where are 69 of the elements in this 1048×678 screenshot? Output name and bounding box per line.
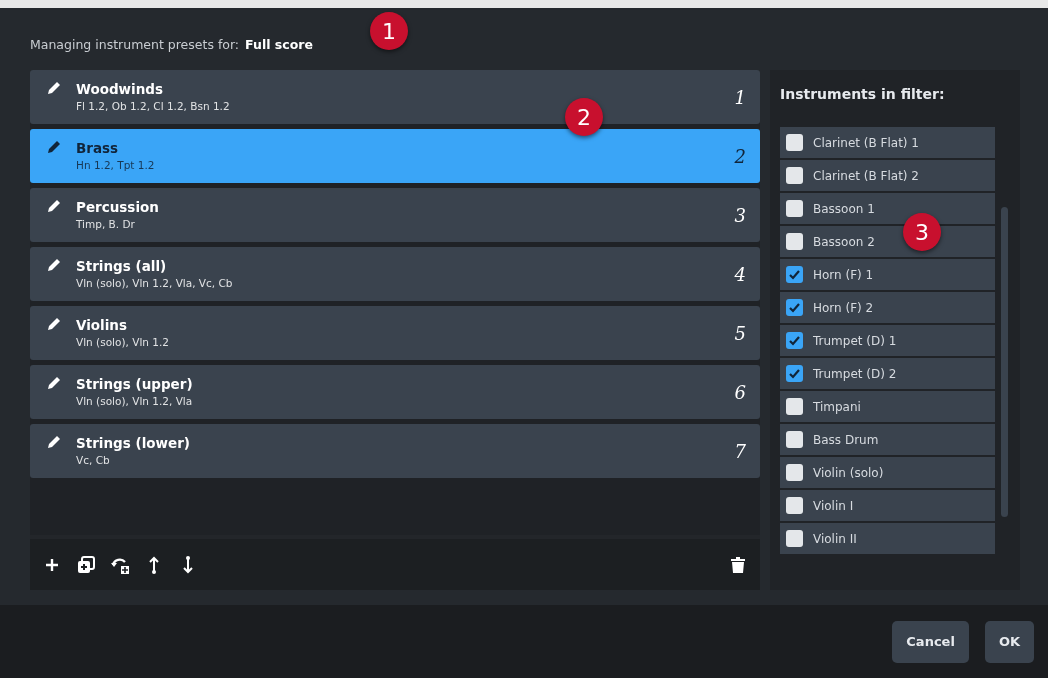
instrument-label: Trumpet (D) 2: [813, 365, 897, 383]
preset-instruments: Hn 1.2, Tpt 1.2: [76, 158, 156, 174]
preset-instruments: Vln (solo), Vln 1.2: [76, 335, 170, 351]
checkbox[interactable]: [786, 299, 803, 316]
preset-number: 1: [734, 85, 746, 110]
duplicate-icon[interactable]: [76, 554, 96, 575]
pencil-icon[interactable]: [46, 316, 62, 332]
checkbox[interactable]: [786, 431, 803, 448]
instrument-label: Violin I: [813, 497, 854, 515]
checkbox[interactable]: [786, 233, 803, 250]
preset-item[interactable]: Percussion Timp, B. Dr 3: [30, 188, 760, 242]
instrument-label: Timpani: [813, 398, 861, 416]
pencil-icon[interactable]: [46, 434, 62, 450]
score-name: Full score: [245, 35, 313, 54]
checkbox[interactable]: [786, 134, 803, 151]
instrument-label: Bassoon 1: [813, 200, 875, 218]
checkbox[interactable]: [786, 530, 803, 547]
preset-instruments: Vln (solo), Vln 1.2, Vla: [76, 394, 194, 410]
preset-item[interactable]: Strings (upper) Vln (solo), Vln 1.2, Vla 6: [30, 365, 760, 419]
ok-button[interactable]: OK: [984, 620, 1034, 663]
checkbox[interactable]: [786, 365, 803, 382]
checkbox[interactable]: [786, 332, 803, 349]
pencil-icon[interactable]: [46, 80, 62, 96]
preset-item[interactable]: Violins Vln (solo), Vln 1.2 5: [30, 306, 760, 360]
instrument-label: Horn (F) 1: [813, 266, 874, 284]
instrument-label: Bass Drum: [813, 431, 879, 449]
preset-name: Strings (all): [76, 257, 168, 276]
preset-number: 5: [734, 321, 746, 346]
preset-item[interactable]: Brass Hn 1.2, Tpt 1.2 2: [30, 129, 760, 183]
preset-number: 3: [734, 203, 746, 228]
preset-name: Strings (lower): [76, 434, 191, 453]
instrument-label: Violin (solo): [813, 464, 884, 482]
instrument-label: Violin II: [813, 530, 857, 548]
preset-number: 4: [734, 262, 746, 287]
preset-instruments: Vc, Cb: [76, 453, 111, 469]
preset-number: 6: [734, 380, 746, 405]
delete-icon[interactable]: [728, 554, 748, 575]
checkbox[interactable]: [786, 464, 803, 481]
instrument-label: Horn (F) 2: [813, 299, 874, 317]
preset-number: 2: [734, 144, 746, 169]
checkbox[interactable]: [786, 497, 803, 514]
preset-item[interactable]: Strings (lower) Vc, Cb 7: [30, 424, 760, 478]
filter-title: Instruments in filter:: [780, 85, 946, 104]
pencil-icon[interactable]: [46, 139, 62, 155]
preset-item[interactable]: Strings (all) Vln (solo), Vln 1.2, Vla, Vc, Cb 4: [30, 247, 760, 301]
preset-name: Violins: [76, 316, 128, 335]
instrument-label: Bassoon 2: [813, 233, 875, 251]
scrollbar[interactable]: [1001, 207, 1008, 517]
instrument-label: Clarinet (B Flat) 2: [813, 167, 919, 185]
preset-number: 7: [734, 439, 746, 464]
preset-name: Percussion: [76, 198, 160, 217]
preset-name: Woodwinds: [76, 80, 165, 99]
pencil-icon[interactable]: [46, 375, 62, 391]
instrument-label: Clarinet (B Flat) 1: [813, 134, 919, 152]
instrument-label: Trumpet (D) 1: [813, 332, 897, 350]
preset-scope-label: Managing instrument presets for:: [30, 35, 240, 54]
preset-instruments: Timp, B. Dr: [76, 217, 136, 233]
callout-marker: 1: [370, 12, 408, 50]
checkbox[interactable]: [786, 167, 803, 184]
preset-instruments: Vln (solo), Vln 1.2, Vla, Vc, Cb: [76, 276, 234, 292]
checkbox[interactable]: [786, 266, 803, 283]
cancel-button[interactable]: Cancel: [892, 620, 969, 663]
preset-name: Strings (upper): [76, 375, 194, 394]
preset-name: Brass: [76, 139, 120, 158]
checkbox[interactable]: [786, 398, 803, 415]
preset-instruments: Fl 1.2, Ob 1.2, Cl 1.2, Bsn 1.2: [76, 99, 231, 115]
pencil-icon[interactable]: [46, 257, 62, 273]
checkbox[interactable]: [786, 200, 803, 217]
pencil-icon[interactable]: [46, 198, 62, 214]
